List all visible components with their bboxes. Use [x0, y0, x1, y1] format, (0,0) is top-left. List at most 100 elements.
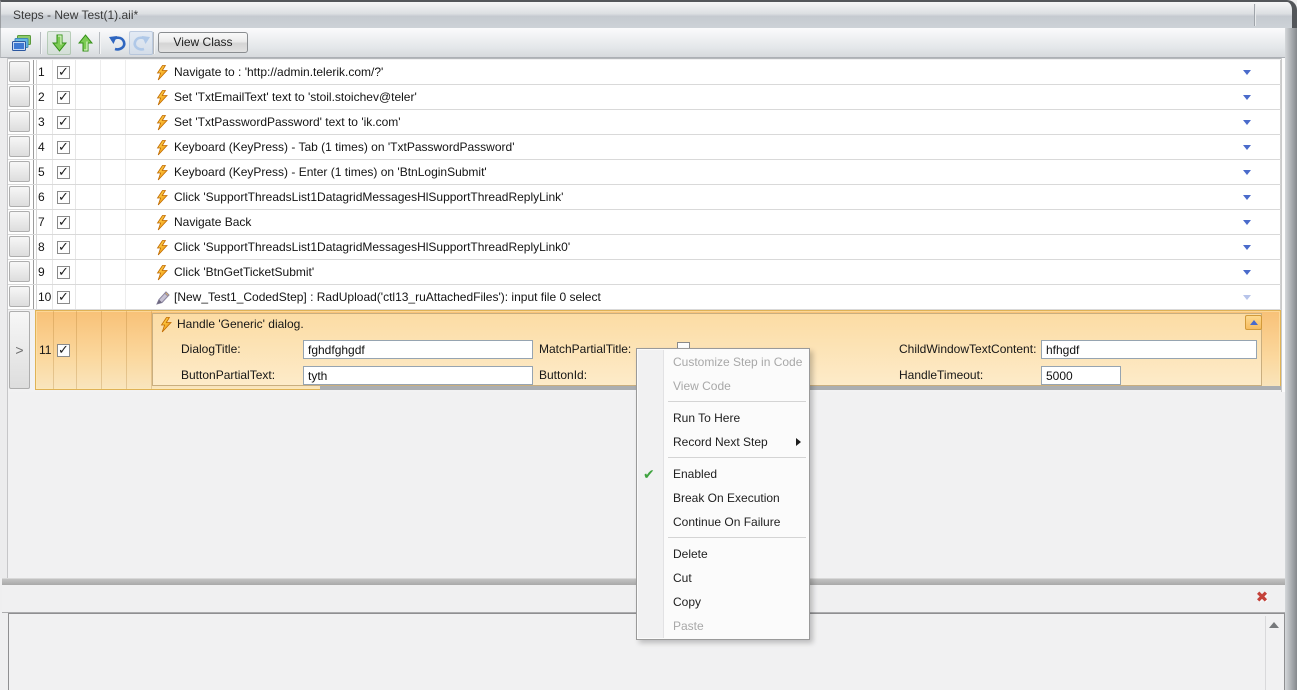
- step-description: Keyboard (KeyPress) - Tab (1 times) on '…: [174, 140, 515, 154]
- step-dropdown-arrow[interactable]: [1243, 95, 1251, 100]
- menu-item-customize-step-in-code[interactable]: Customize Step in Code: [637, 350, 809, 374]
- row-number: 11: [39, 343, 52, 357]
- lightning-icon: [155, 240, 168, 256]
- collapse-step-button[interactable]: [1245, 315, 1262, 330]
- step-enabled-checkbox[interactable]: [57, 164, 70, 180]
- close-log-button[interactable]: ✖: [1253, 589, 1271, 607]
- lightning-icon: [155, 140, 168, 156]
- view-class-button[interactable]: View Class: [158, 32, 248, 53]
- row-number: 7: [38, 215, 45, 229]
- step-enabled-checkbox[interactable]: [57, 289, 70, 305]
- window-title: Steps - New Test(1).aii*: [13, 8, 139, 22]
- step-dropdown-arrow[interactable]: [1243, 295, 1251, 300]
- step-row-8[interactable]: 8 Click 'SupportThreadsList1DatagridMess…: [8, 235, 1281, 260]
- lightning-icon: [155, 90, 168, 106]
- step-dropdown-arrow[interactable]: [1243, 120, 1251, 125]
- vertical-scrollbar[interactable]: [1265, 616, 1282, 690]
- undo-button[interactable]: [105, 31, 129, 55]
- step-dropdown-arrow[interactable]: [1243, 70, 1251, 75]
- menu-item-paste[interactable]: Paste: [637, 614, 809, 638]
- row-handle[interactable]: [9, 186, 30, 207]
- row-number: 3: [38, 115, 45, 129]
- menu-item-cut[interactable]: Cut: [637, 566, 809, 590]
- toolbar-separator: [153, 32, 154, 54]
- step-dropdown-arrow[interactable]: [1243, 170, 1251, 175]
- lightning-icon: [159, 317, 172, 333]
- lightning-icon: [155, 165, 168, 181]
- row-handle[interactable]: [9, 261, 30, 282]
- step-enabled-checkbox[interactable]: [57, 139, 70, 155]
- redo-button[interactable]: [129, 31, 153, 55]
- expanded-step-title: Handle 'Generic' dialog.: [177, 317, 304, 331]
- step-description: Click 'SupportThreadsList1DatagridMessag…: [174, 190, 564, 204]
- step-enabled-checkbox[interactable]: [57, 342, 70, 358]
- step-row-3[interactable]: 3 Set 'TxtPasswordPassword' text to 'ik.…: [8, 110, 1281, 135]
- window-titlebar[interactable]: Steps - New Test(1).aii*: [0, 0, 1297, 28]
- lightning-icon: [155, 215, 168, 231]
- step-enabled-checkbox[interactable]: [57, 189, 70, 205]
- row-handle[interactable]: [9, 286, 30, 307]
- coded-step-pencil-icon: [155, 290, 170, 305]
- step-dropdown-arrow[interactable]: [1243, 245, 1251, 250]
- button-id-label: ButtonId:: [539, 368, 588, 382]
- step-dropdown-arrow[interactable]: [1243, 145, 1251, 150]
- step-row-5[interactable]: 5 Keyboard (KeyPress) - Enter (1 times) …: [8, 160, 1281, 185]
- step-row-9[interactable]: 9 Click 'BtnGetTicketSubmit': [8, 260, 1281, 285]
- triangle-up-icon: [1269, 621, 1279, 628]
- row-handle[interactable]: [9, 161, 30, 182]
- step-description: Set 'TxtEmailText' text to 'stoil.stoich…: [174, 90, 417, 104]
- menu-item-break-on-execution[interactable]: Break On Execution: [637, 486, 809, 510]
- step-enabled-checkbox[interactable]: [57, 89, 70, 105]
- lightning-icon: [155, 190, 168, 206]
- child-window-text-content-input[interactable]: [1041, 340, 1257, 359]
- check-icon: ✔: [643, 466, 655, 482]
- menu-item-enabled[interactable]: ✔ Enabled: [637, 462, 809, 486]
- handle-timeout-input[interactable]: [1041, 366, 1121, 385]
- step-description: [New_Test1_CodedStep] : RadUpload('ctl13…: [174, 290, 601, 304]
- step-description: Set 'TxtPasswordPassword' text to 'ik.co…: [174, 115, 401, 129]
- dialog-title-input[interactable]: [303, 340, 533, 359]
- row-handle[interactable]: [9, 236, 30, 257]
- row-number: 5: [38, 165, 45, 179]
- row-handle[interactable]: [9, 61, 30, 82]
- row-number: 8: [38, 240, 45, 254]
- step-row-7[interactable]: 7 Navigate Back: [8, 210, 1281, 235]
- lightning-icon: [155, 265, 168, 281]
- chevron-up-icon: [1249, 320, 1258, 325]
- row-number: 4: [38, 140, 45, 154]
- step-enabled-checkbox[interactable]: [57, 64, 70, 80]
- step-row-4[interactable]: 4 Keyboard (KeyPress) - Tab (1 times) on…: [8, 135, 1281, 160]
- menu-item-delete[interactable]: Delete: [637, 542, 809, 566]
- step-enabled-checkbox[interactable]: [57, 264, 70, 280]
- scrollbar-up-button[interactable]: [1266, 616, 1282, 633]
- menu-item-copy[interactable]: Copy: [637, 590, 809, 614]
- step-row-1[interactable]: 1 Navigate to : 'http://admin.telerik.co…: [8, 60, 1281, 85]
- menu-item-record-next-step[interactable]: Record Next Step: [637, 430, 809, 454]
- step-dropdown-arrow[interactable]: [1243, 195, 1251, 200]
- row-handle[interactable]: [9, 86, 30, 107]
- green-arrow-up-icon: [77, 34, 93, 52]
- button-partial-text-input[interactable]: [303, 366, 533, 385]
- step-enabled-checkbox[interactable]: [57, 114, 70, 130]
- step-row-6[interactable]: 6 Click 'SupportThreadsList1DatagridMess…: [8, 185, 1281, 210]
- row-handle[interactable]: [9, 211, 30, 232]
- menu-item-view-code[interactable]: View Code: [637, 374, 809, 398]
- menu-item-run-to-here[interactable]: Run To Here: [637, 406, 809, 430]
- steps-window: Steps - New Test(1).aii* View Class 1 ✓ …: [0, 0, 1297, 690]
- row-handle[interactable]: [9, 136, 30, 157]
- step-dropdown-arrow[interactable]: [1243, 220, 1251, 225]
- step-row-10[interactable]: 10 [New_Test1_CodedStep] : RadUpload('ct…: [8, 285, 1281, 310]
- step-enabled-checkbox[interactable]: [57, 214, 70, 230]
- menu-item-continue-on-failure[interactable]: Continue On Failure: [637, 510, 809, 534]
- current-row-indicator[interactable]: >: [9, 311, 30, 389]
- move-step-up-button[interactable]: [73, 31, 97, 55]
- step-enabled-checkbox[interactable]: [57, 239, 70, 255]
- window-right-border: [1285, 28, 1297, 690]
- organize-windows-button[interactable]: [9, 31, 33, 55]
- step-row-2[interactable]: 2 Set 'TxtEmailText' text to 'stoil.stoi…: [8, 85, 1281, 110]
- row-handle[interactable]: [9, 111, 30, 132]
- step-dropdown-arrow[interactable]: [1243, 270, 1251, 275]
- move-step-down-button[interactable]: [47, 31, 71, 55]
- lightning-icon: [155, 115, 168, 131]
- submenu-arrow-icon: [796, 438, 801, 446]
